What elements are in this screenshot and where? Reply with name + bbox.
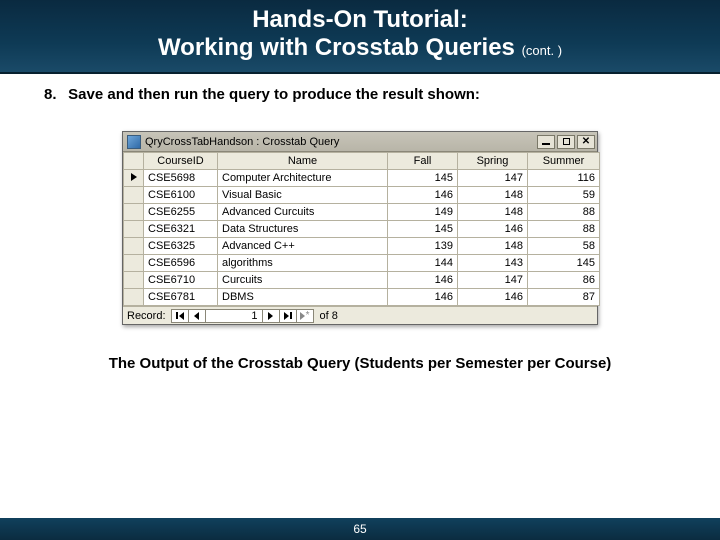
nav-prev-button[interactable] (188, 309, 206, 323)
slide-content: 8. Save and then run the query to produc… (0, 74, 720, 372)
col-summer[interactable]: Summer (528, 153, 600, 170)
cell-courseid[interactable]: CSE6321 (144, 221, 218, 238)
table-row[interactable]: CSE6781DBMS14614687 (124, 289, 600, 306)
window-maximize-button[interactable] (557, 135, 575, 149)
row-selector-header (124, 153, 144, 170)
cell-name[interactable]: algorithms (218, 255, 388, 272)
cell-summer[interactable]: 87 (528, 289, 600, 306)
row-selector[interactable] (124, 238, 144, 255)
slide-title-text: Working with Crosstab Queries (158, 34, 515, 61)
col-name[interactable]: Name (218, 153, 388, 170)
record-label: Record: (127, 310, 166, 322)
cell-summer[interactable]: 88 (528, 221, 600, 238)
table-row[interactable]: CSE6710Curcuits14614786 (124, 272, 600, 289)
col-courseid[interactable]: CourseID (144, 153, 218, 170)
cell-name[interactable]: Visual Basic (218, 187, 388, 204)
cell-summer[interactable]: 116 (528, 170, 600, 187)
step-8: 8. Save and then run the query to produc… (44, 86, 676, 103)
step-number: 8. (44, 86, 64, 103)
cell-spring[interactable]: 143 (458, 255, 528, 272)
cell-summer[interactable]: 88 (528, 204, 600, 221)
cell-fall[interactable]: 146 (388, 272, 458, 289)
table-row[interactable]: CSE5698Computer Architecture145147116 (124, 170, 600, 187)
cell-courseid[interactable]: CSE5698 (144, 170, 218, 187)
cell-fall[interactable]: 145 (388, 221, 458, 238)
record-of: of 8 (320, 310, 338, 322)
query-result-window: QryCrossTabHandson : Crosstab Query ✕ Co… (122, 131, 598, 325)
cell-spring[interactable]: 147 (458, 272, 528, 289)
cell-courseid[interactable]: CSE6710 (144, 272, 218, 289)
window-title: QryCrossTabHandson : Crosstab Query (145, 136, 535, 148)
table-header-row: CourseID Name Fall Spring Summer (124, 153, 600, 170)
cell-spring[interactable]: 148 (458, 187, 528, 204)
cell-spring[interactable]: 146 (458, 289, 528, 306)
cell-summer[interactable]: 86 (528, 272, 600, 289)
cell-summer[interactable]: 59 (528, 187, 600, 204)
page-number: 65 (353, 522, 366, 536)
table-row[interactable]: CSE6255Advanced Curcuits14914888 (124, 204, 600, 221)
query-grid: CourseID Name Fall Spring Summer CSE5698… (123, 152, 597, 306)
slide-title-cont: (cont. ) (522, 43, 562, 58)
figure-caption: The Output of the Crosstab Query (Studen… (44, 355, 676, 372)
step-text: Save and then run the query to produce t… (68, 86, 480, 103)
cell-name[interactable]: Data Structures (218, 221, 388, 238)
cell-spring[interactable]: 147 (458, 170, 528, 187)
cell-fall[interactable]: 149 (388, 204, 458, 221)
cell-courseid[interactable]: CSE6255 (144, 204, 218, 221)
record-total: 8 (332, 310, 338, 322)
current-row-marker-icon (131, 173, 137, 181)
table-row[interactable]: CSE6325Advanced C++13914858 (124, 238, 600, 255)
row-selector[interactable] (124, 187, 144, 204)
record-navigator: Record: of 8 (123, 306, 597, 324)
record-of-label: of (320, 310, 329, 322)
slide-title-line2: Working with Crosstab Queries (cont. ) (10, 34, 710, 62)
col-fall[interactable]: Fall (388, 153, 458, 170)
cell-spring[interactable]: 148 (458, 204, 528, 221)
cell-courseid[interactable]: CSE6100 (144, 187, 218, 204)
nav-first-button[interactable] (171, 309, 189, 323)
window-app-icon (127, 135, 141, 149)
slide-title-band: Hands-On Tutorial: Working with Crosstab… (0, 0, 720, 74)
row-selector[interactable] (124, 272, 144, 289)
row-selector[interactable] (124, 170, 144, 187)
col-spring[interactable]: Spring (458, 153, 528, 170)
cell-fall[interactable]: 144 (388, 255, 458, 272)
cell-name[interactable]: Advanced Curcuits (218, 204, 388, 221)
cell-courseid[interactable]: CSE6781 (144, 289, 218, 306)
cell-summer[interactable]: 58 (528, 238, 600, 255)
slide-title-line1: Hands-On Tutorial: (10, 6, 710, 34)
nav-new-button[interactable] (296, 309, 314, 323)
table-row[interactable]: CSE6100Visual Basic14614859 (124, 187, 600, 204)
cell-spring[interactable]: 148 (458, 238, 528, 255)
cell-name[interactable]: Computer Architecture (218, 170, 388, 187)
row-selector[interactable] (124, 255, 144, 272)
row-selector[interactable] (124, 204, 144, 221)
cell-fall[interactable]: 139 (388, 238, 458, 255)
result-table: CourseID Name Fall Spring Summer CSE5698… (123, 152, 600, 306)
nav-last-button[interactable] (279, 309, 297, 323)
slide-footer: 65 (0, 518, 720, 540)
cell-fall[interactable]: 146 (388, 289, 458, 306)
row-selector[interactable] (124, 289, 144, 306)
cell-summer[interactable]: 145 (528, 255, 600, 272)
cell-name[interactable]: Curcuits (218, 272, 388, 289)
table-row[interactable]: CSE6321Data Structures14514688 (124, 221, 600, 238)
cell-spring[interactable]: 146 (458, 221, 528, 238)
cell-name[interactable]: DBMS (218, 289, 388, 306)
window-titlebar[interactable]: QryCrossTabHandson : Crosstab Query ✕ (123, 132, 597, 152)
cell-courseid[interactable]: CSE6325 (144, 238, 218, 255)
record-current-input[interactable] (205, 309, 263, 323)
window-close-button[interactable]: ✕ (577, 135, 595, 149)
window-minimize-button[interactable] (537, 135, 555, 149)
table-row[interactable]: CSE6596algorithms144143145 (124, 255, 600, 272)
nav-next-button[interactable] (262, 309, 280, 323)
cell-fall[interactable]: 145 (388, 170, 458, 187)
row-selector[interactable] (124, 221, 144, 238)
cell-fall[interactable]: 146 (388, 187, 458, 204)
cell-name[interactable]: Advanced C++ (218, 238, 388, 255)
cell-courseid[interactable]: CSE6596 (144, 255, 218, 272)
